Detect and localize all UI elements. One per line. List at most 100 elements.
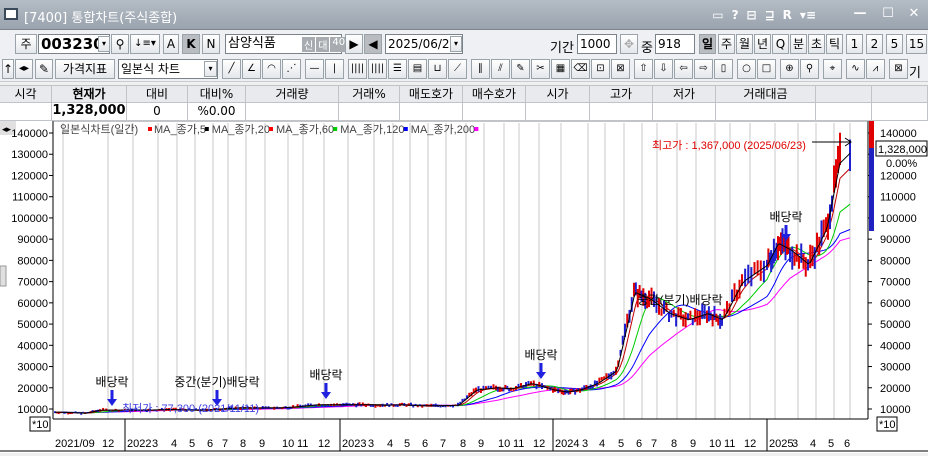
interval-8-button[interactable]: 1 — [846, 34, 863, 54]
value-13 — [872, 103, 928, 120]
angle-line-icon[interactable]: ∠ — [242, 59, 261, 79]
fibonacci-retrace-icon[interactable]: ☰ — [388, 59, 407, 79]
x-tick-label: 2024 — [555, 438, 579, 450]
chart-type-select[interactable]: 일본식 차트 — [118, 59, 218, 79]
date-dropdown-icon[interactable]: ▾ — [450, 36, 462, 52]
clear-all-icon[interactable]: ⊠ — [611, 59, 630, 79]
quote-table-values: 1,328,000 0 %0.00 — [0, 103, 928, 121]
prev-stock-button[interactable]: ◀ — [364, 34, 382, 54]
segment-icon[interactable]: ⟋ — [448, 59, 467, 79]
vertical-line-icon[interactable]: | — [325, 59, 344, 79]
header-7: 매수호가 — [463, 86, 526, 102]
horizontal-line-icon[interactable]: — — [305, 59, 324, 79]
interval-1-button[interactable]: 주 — [718, 34, 735, 54]
header-9: 고가 — [590, 86, 653, 102]
x-tick-label: 4 — [810, 438, 816, 450]
parallel-line-icon[interactable]: ∥ — [471, 59, 490, 79]
shift-up-icon[interactable]: ⇧ — [634, 59, 653, 79]
rectangle-icon[interactable]: □ — [757, 59, 776, 79]
circle-icon[interactable]: ○ — [737, 59, 756, 79]
chart-type-dropdown-icon[interactable]: ▾ — [204, 61, 217, 77]
pattern-icon[interactable]: ∿ — [846, 59, 865, 79]
pin-icon[interactable]: ⊒ — [765, 8, 775, 22]
zoom-in-icon[interactable]: ⊕ — [780, 59, 799, 79]
wave-icon[interactable]: ⫽ — [491, 59, 510, 79]
move-icon[interactable]: ✥ — [620, 34, 638, 54]
color-icon[interactable]: ▦ — [551, 59, 570, 79]
fibonacci-time-icon[interactable]: |||| — [368, 59, 387, 79]
interval-10-button[interactable]: 5 — [886, 34, 903, 54]
refresh-icon[interactable]: R — [783, 8, 792, 22]
fan-icon[interactable]: ⋰ — [282, 59, 301, 79]
interval-9-button[interactable]: 2 — [866, 34, 883, 54]
shift-right-icon[interactable]: ⇨ — [694, 59, 713, 79]
maximize-button[interactable]: ☐ — [878, 6, 898, 22]
y-tick-right: 70000 — [880, 277, 911, 289]
zoom-candle-icon[interactable]: ⚲ — [800, 59, 819, 79]
channel-icon[interactable]: ⊔ — [428, 59, 447, 79]
side-panel-toggle[interactable] — [0, 265, 7, 287]
properties-icon[interactable]: ⊡ — [591, 59, 610, 79]
arc-icon[interactable]: ◠ — [262, 59, 281, 79]
interval-6-button[interactable]: 초 — [808, 34, 825, 54]
search-icon[interactable]: ⚲ — [111, 34, 129, 54]
y-tick-right: 140000 — [880, 128, 917, 140]
x-tick-label: 11 — [297, 438, 308, 450]
chat-icon[interactable]: ▭ — [712, 8, 723, 22]
value-12 — [816, 103, 872, 120]
menu-icon[interactable]: ▾≡ — [800, 8, 816, 22]
x-tick-label: 2023 — [342, 438, 366, 450]
legend-item: MA_종가,60 — [276, 123, 334, 136]
zigzag-icon[interactable]: ⩘ — [866, 59, 885, 79]
layout-icon[interactable]: ⊟ — [747, 8, 757, 22]
pencil-icon[interactable]: ✎ — [511, 59, 530, 79]
header-8: 시가 — [526, 86, 590, 102]
mode-k-button[interactable]: K — [182, 34, 200, 54]
code-dropdown-icon[interactable]: ▾ — [98, 36, 110, 52]
shift-down-icon[interactable]: ⇩ — [654, 59, 673, 79]
interval-3-button[interactable]: 년 — [754, 34, 771, 54]
more-tools-label[interactable]: 기 — [909, 62, 921, 81]
next-stock-button[interactable]: ▶ — [345, 34, 363, 54]
save-image-icon[interactable]: ⊠ — [889, 59, 908, 79]
help-icon[interactable]: ? — [732, 8, 739, 22]
mode-n-button[interactable]: N — [202, 34, 220, 54]
interval-0-button[interactable]: 일 — [699, 34, 716, 54]
y-tick-left: 60000 — [17, 298, 48, 310]
interval-11-button[interactable]: 15 — [906, 34, 927, 54]
edit-note-icon[interactable]: ✎ — [35, 59, 53, 79]
price-indicator-button[interactable]: 가격지표 — [55, 59, 115, 79]
close-button[interactable]: ✕ — [904, 6, 924, 22]
page-icon[interactable]: ▯ — [714, 59, 733, 79]
trend-line-icon[interactable]: ╱ — [222, 59, 241, 79]
expand-horizontal-icon[interactable]: ◂▸ — [15, 59, 33, 79]
up-arrow-icon[interactable]: ↑ — [2, 59, 14, 79]
x-tick-label: 12 — [533, 438, 545, 450]
interval-2-button[interactable]: 월 — [736, 34, 753, 54]
cycle-lines-icon[interactable]: |||| — [348, 59, 367, 79]
minimize-button[interactable]: — — [850, 6, 870, 22]
interval-4-button[interactable]: Q — [772, 34, 789, 54]
eraser-icon[interactable]: ⌫ — [571, 59, 590, 79]
title-bar: [7400] 통합차트(주식종합) ▭? ⊟ ⊒ R ▾≡ — ☐ ✕ — [0, 0, 928, 30]
x-tick-label: 3 — [582, 438, 588, 450]
crosshair-icon[interactable]: ⌖ — [823, 59, 842, 79]
interval-5-button[interactable]: 분 — [790, 34, 807, 54]
max-price-label: 최고가 : 1,367,000 (2025/06/23) — [652, 139, 806, 152]
market-selector[interactable]: 주 — [15, 34, 37, 54]
gann-icon[interactable]: ▤ — [408, 59, 427, 79]
y-tick-right: 30000 — [880, 362, 911, 374]
period-label: 기간 — [550, 41, 574, 56]
interval-7-button[interactable]: 틱 — [826, 34, 843, 54]
value-1: 1,328,000 — [52, 103, 127, 120]
header-0: 시각 — [0, 86, 52, 102]
mode-a-button[interactable]: A — [163, 34, 179, 54]
x-tick-label: 3 — [152, 438, 158, 450]
shift-left-icon[interactable]: ⇦ — [674, 59, 693, 79]
delete-tool-icon[interactable]: ✂ — [531, 59, 550, 79]
x-tick-label: 10 — [498, 438, 510, 450]
value-3: %0.00 — [188, 103, 246, 120]
count-input[interactable]: 918 — [655, 34, 695, 54]
sort-list-icon[interactable]: ↓≡▾ — [130, 34, 160, 54]
period-input[interactable]: 1000 — [577, 34, 617, 54]
